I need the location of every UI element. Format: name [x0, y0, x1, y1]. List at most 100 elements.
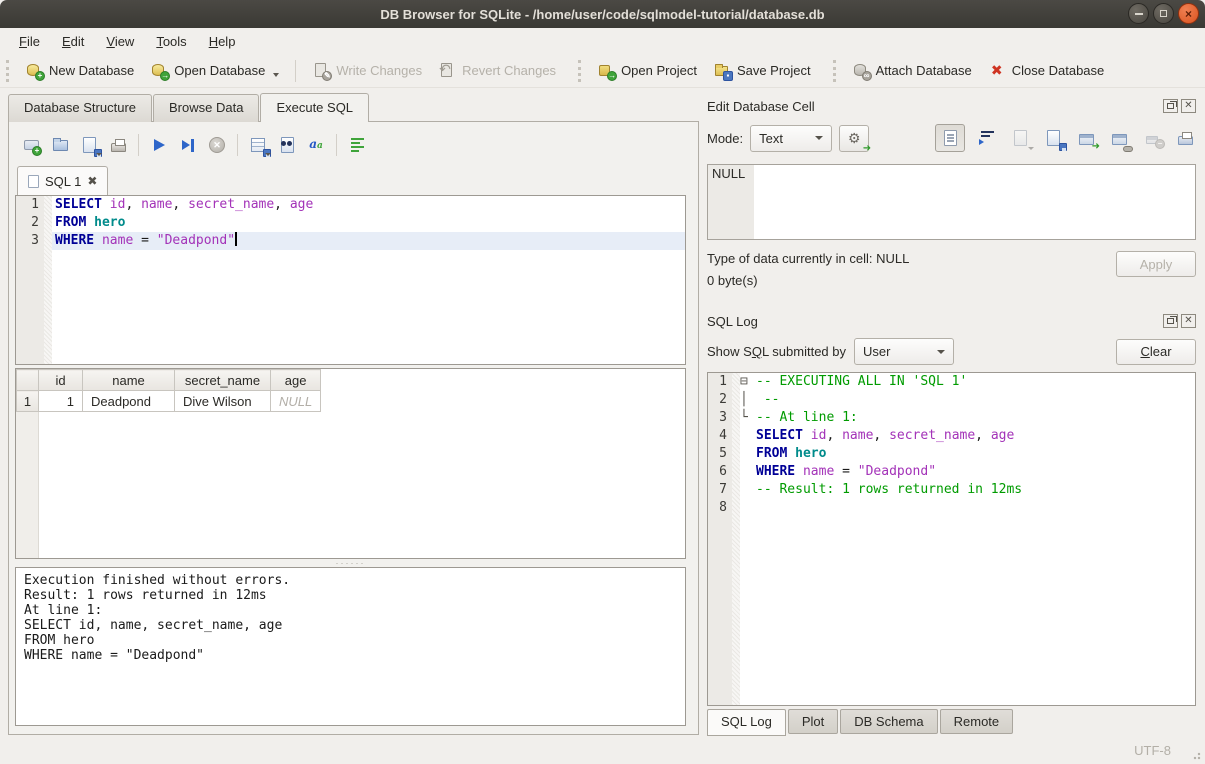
cell-name[interactable]: Deadpond: [83, 391, 175, 412]
resize-grip[interactable]: [1191, 750, 1201, 760]
tab-browse-data[interactable]: Browse Data: [153, 94, 259, 122]
write-changes-button[interactable]: ✎ Write Changes: [304, 58, 430, 83]
titlebar[interactable]: DB Browser for SQLite - /home/user/code/…: [0, 0, 1205, 28]
execute-all-icon[interactable]: [149, 135, 169, 155]
menu-tools[interactable]: Tools: [145, 30, 197, 53]
find-icon[interactable]: [277, 135, 297, 155]
close-dock-button[interactable]: ✕: [1181, 99, 1196, 113]
mode-select[interactable]: Text: [750, 125, 832, 152]
print-icon[interactable]: [108, 135, 128, 155]
column-header-secret-name[interactable]: secret_name: [175, 370, 271, 391]
column-header-age[interactable]: age: [271, 370, 321, 391]
fold-marker-icon[interactable]: └: [740, 409, 753, 427]
menu-edit[interactable]: Edit: [51, 30, 95, 53]
close-database-button[interactable]: ✖ Close Database: [980, 58, 1113, 83]
toolbar-separator: [295, 60, 296, 82]
encoding-indicator[interactable]: UTF-8: [1134, 743, 1171, 758]
close-sql-tab-icon[interactable]: ✖: [87, 174, 97, 188]
column-header-id[interactable]: id: [39, 370, 83, 391]
sql-log-view[interactable]: 1⊟-- EXECUTING ALL IN 'SQL 1'2│ --3└-- A…: [707, 372, 1196, 706]
fold-marker-icon[interactable]: [740, 427, 753, 445]
tab-remote[interactable]: Remote: [940, 709, 1014, 734]
fold-marker-icon[interactable]: │: [740, 391, 753, 409]
attach-database-button[interactable]: ∞ Attach Database: [844, 58, 980, 83]
open-project-icon: →: [597, 62, 615, 79]
menu-help[interactable]: Help: [198, 30, 247, 53]
float-icon: [1167, 318, 1174, 324]
corner-header-cell[interactable]: [17, 370, 39, 391]
float-dock-button[interactable]: [1163, 99, 1178, 113]
tab-database-structure[interactable]: Database Structure: [8, 94, 152, 122]
cell-secret-name[interactable]: Dive Wilson: [175, 391, 271, 412]
cell-mode-row: Mode: Text ⚙ ➜ ➜ −: [707, 124, 1196, 152]
save-sql-file-icon[interactable]: [79, 135, 99, 155]
export-data-icon[interactable]: ➜: [1075, 127, 1097, 149]
toolbar-drag-handle[interactable]: [6, 60, 11, 82]
sql-tab[interactable]: SQL 1 ✖: [17, 166, 108, 195]
execution-message-box[interactable]: Execution finished without errors. Resul…: [15, 567, 686, 726]
cell-editor-box[interactable]: NULL: [707, 164, 1196, 240]
tab-plot[interactable]: Plot: [788, 709, 838, 734]
code-line: 7-- Result: 1 rows returned in 12ms: [708, 481, 1195, 499]
apply-settings-button[interactable]: ⚙ ➜: [839, 125, 869, 152]
cell-edit-area[interactable]: [754, 165, 1195, 239]
replace-icon[interactable]: aa: [306, 135, 326, 155]
open-database-button[interactable]: → Open Database: [142, 58, 287, 83]
cell-id[interactable]: 1: [39, 391, 83, 412]
set-null-icon[interactable]: −: [1141, 127, 1163, 149]
code-line: 1⊟-- EXECUTING ALL IN 'SQL 1': [708, 373, 1195, 391]
submitted-by-select[interactable]: User: [854, 338, 954, 365]
import-data-icon[interactable]: [1009, 127, 1031, 149]
cell-info-row: Type of data currently in cell: NULL 0 b…: [707, 251, 1196, 295]
menu-file[interactable]: File: [8, 30, 51, 53]
execution-message: Execution finished without errors. Resul…: [24, 573, 677, 663]
execute-sql-panel: + ✕ aa: [8, 121, 699, 735]
tab-sql-log[interactable]: SQL Log: [707, 709, 786, 736]
print-cell-icon[interactable]: [1174, 127, 1196, 149]
clear-button[interactable]: Clear: [1116, 339, 1196, 365]
minimize-button[interactable]: [1128, 3, 1149, 24]
revert-changes-button[interactable]: ↶ Revert Changes: [430, 58, 564, 83]
maximize-button[interactable]: [1153, 3, 1174, 24]
fold-marker-icon[interactable]: [740, 463, 753, 481]
code-line: 2FROM hero: [16, 214, 685, 232]
menu-view[interactable]: View: [95, 30, 145, 53]
horizontal-splitter[interactable]: ······: [13, 559, 688, 567]
new-database-button[interactable]: + New Database: [17, 58, 142, 83]
tab-execute-sql[interactable]: Execute SQL: [260, 93, 369, 122]
execute-current-line-icon[interactable]: [178, 135, 198, 155]
link-icon[interactable]: [1108, 127, 1130, 149]
fold-marker-icon[interactable]: ⊟: [740, 373, 753, 391]
fold-marker-icon[interactable]: [740, 499, 753, 517]
open-database-label: Open Database: [174, 63, 265, 78]
save-project-button[interactable]: ▪ Save Project: [705, 58, 819, 83]
row-header[interactable]: 1: [17, 391, 39, 412]
sql-toolbar-separator: [138, 134, 139, 156]
open-sql-file-icon[interactable]: [50, 135, 70, 155]
fold-marker-icon[interactable]: [740, 481, 753, 499]
toolbar-drag-handle[interactable]: [833, 60, 838, 82]
new-sql-tab-icon[interactable]: +: [21, 135, 41, 155]
float-dock-button[interactable]: [1163, 314, 1178, 328]
column-header-name[interactable]: name: [83, 370, 175, 391]
results-grid[interactable]: id name secret_name age 1 1 Deadpond Div…: [15, 368, 686, 559]
text-mode-icon[interactable]: [935, 124, 965, 152]
apply-button[interactable]: Apply: [1116, 251, 1196, 277]
tab-db-schema[interactable]: DB Schema: [840, 709, 937, 734]
open-database-dropdown-icon[interactable]: [273, 73, 279, 77]
sql-editor[interactable]: 1SELECT id, name, secret_name, age2FROM …: [15, 195, 686, 365]
toolbar-drag-handle[interactable]: [578, 60, 583, 82]
cell-age[interactable]: NULL: [271, 391, 321, 412]
open-project-button[interactable]: → Open Project: [589, 58, 705, 83]
format-sql-icon[interactable]: [347, 135, 367, 155]
save-data-icon[interactable]: [1042, 127, 1064, 149]
close-window-button[interactable]: ×: [1178, 3, 1199, 24]
close-dock-button[interactable]: ✕: [1181, 314, 1196, 328]
fold-marker-icon[interactable]: [740, 445, 753, 463]
maximize-icon: [1160, 10, 1167, 17]
stop-icon[interactable]: ✕: [207, 135, 227, 155]
gear-arrow-icon: ➜: [863, 144, 871, 153]
apply-settings-icon: ⚙: [848, 131, 861, 145]
save-results-icon[interactable]: [248, 135, 268, 155]
word-wrap-icon[interactable]: [976, 127, 998, 149]
